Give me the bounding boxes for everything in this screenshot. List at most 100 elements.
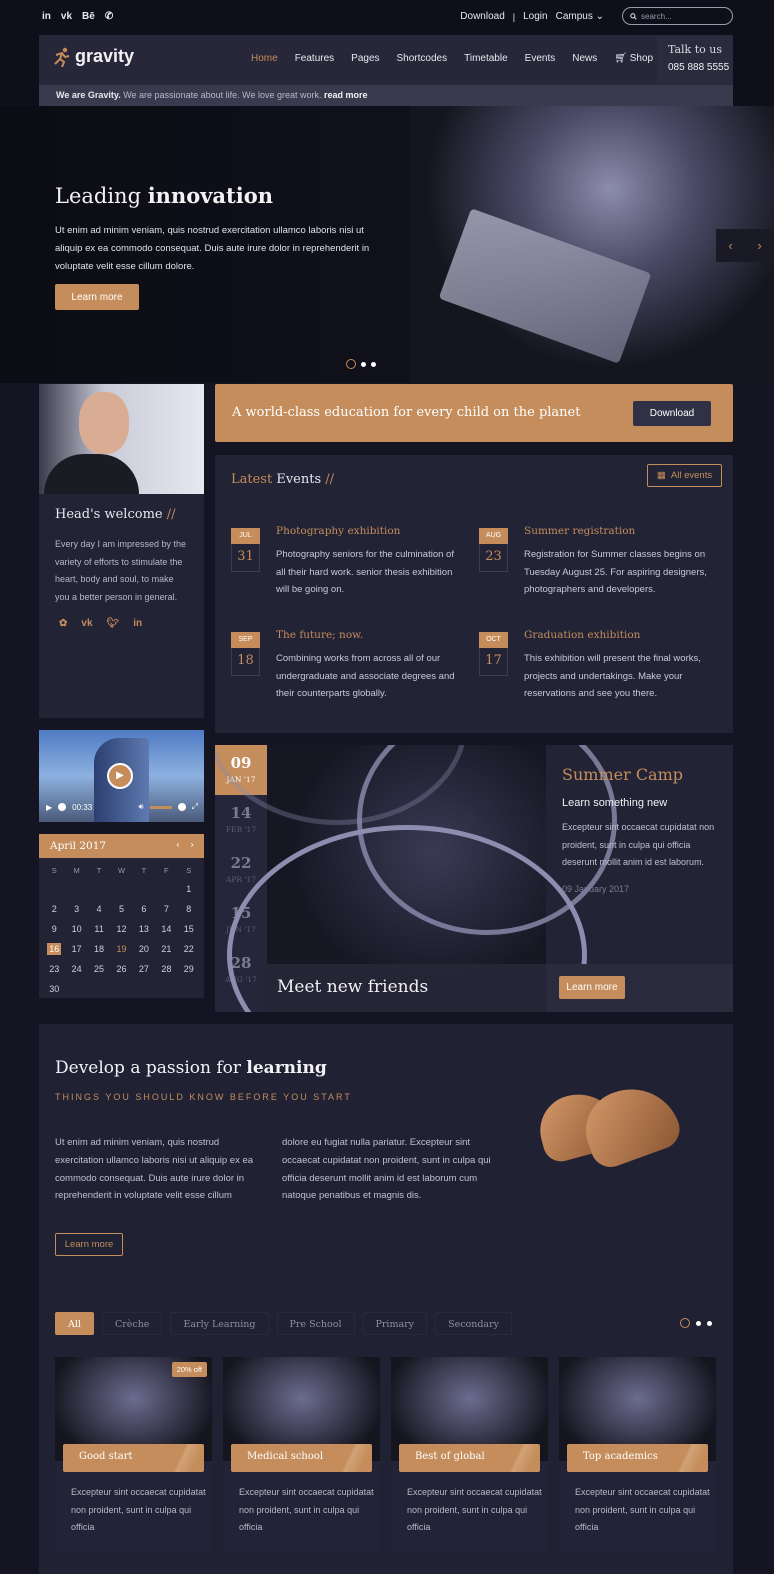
play-overlay-icon[interactable]: ▶ (107, 763, 133, 789)
logo[interactable]: gravity (53, 46, 134, 67)
event-title[interactable]: The future; now. (276, 629, 363, 641)
calendar-day[interactable]: 1 (178, 879, 200, 899)
calendar-day[interactable]: 26 (110, 959, 132, 979)
video-player[interactable]: ▶ ▶ 00:33 🔊︎ ⤢ (39, 730, 204, 822)
nav-home[interactable]: Home (251, 53, 278, 64)
login-link[interactable]: Login (523, 11, 547, 22)
nav-pages[interactable]: Pages (351, 53, 379, 64)
filter-early-learning[interactable]: Early Learning (170, 1312, 269, 1335)
filter-primary[interactable]: Primary (362, 1312, 428, 1335)
calendar-day[interactable]: 3 (65, 899, 87, 919)
program-card[interactable]: Top academics Excepteur sint occaecat cu… (559, 1357, 716, 1553)
calendar-day[interactable]: 12 (110, 919, 132, 939)
calendar-day[interactable]: 19 (110, 939, 132, 959)
campus-dropdown[interactable]: Campus ⌄ (556, 11, 604, 22)
program-card[interactable]: Best of global Excepteur sint occaecat c… (391, 1357, 548, 1553)
calendar-day[interactable]: 16 (43, 939, 65, 959)
calendar-day[interactable]: 9 (43, 919, 65, 939)
calendar-day[interactable]: 7 (155, 899, 177, 919)
carousel-dot-3[interactable] (707, 1320, 712, 1326)
nav-news[interactable]: News (572, 53, 597, 64)
calendar-day[interactable]: 14 (155, 919, 177, 939)
calendar-day[interactable]: 18 (88, 939, 110, 959)
calendar-day[interactable]: 4 (88, 899, 110, 919)
program-card[interactable]: Medical school Excepteur sint occaecat c… (223, 1357, 380, 1553)
behance-icon[interactable]: Bē (82, 11, 95, 22)
read-more-link[interactable]: read more (324, 90, 368, 100)
chevron-right-icon[interactable]: › (757, 238, 761, 253)
calendar-day[interactable]: 21 (155, 939, 177, 959)
nav-events[interactable]: Events (525, 53, 556, 64)
calendar-day[interactable]: 2 (43, 899, 65, 919)
hero-learn-more-button[interactable]: Learn more (55, 284, 139, 310)
volume-bar[interactable] (149, 805, 172, 809)
calendar-day[interactable]: 27 (133, 959, 155, 979)
calendar-day[interactable]: 23 (43, 959, 65, 979)
calendar-day[interactable]: 10 (65, 919, 87, 939)
filter-creche[interactable]: Crèche (101, 1312, 163, 1335)
calendar-day[interactable]: 24 (65, 959, 87, 979)
calendar-day[interactable]: 13 (133, 919, 155, 939)
nav-features[interactable]: Features (295, 53, 334, 64)
calendar-day[interactable]: 30 (43, 979, 65, 999)
fullscreen-icon[interactable]: ⤢ (192, 802, 198, 812)
card-label[interactable]: Medical school (231, 1444, 372, 1472)
calendar-day[interactable]: 6 (133, 899, 155, 919)
chevron-right-icon[interactable]: › (190, 840, 194, 851)
phone-number[interactable]: 085 888 5555 (668, 62, 733, 73)
calendar-day[interactable]: 8 (178, 899, 200, 919)
calendar-day[interactable]: 25 (88, 959, 110, 979)
linkedin-icon[interactable]: in (133, 618, 142, 629)
calendar-day[interactable]: 28 (155, 959, 177, 979)
calendar-day[interactable]: 11 (88, 919, 110, 939)
filter-all[interactable]: All (55, 1312, 94, 1335)
search-input[interactable] (641, 11, 721, 21)
carousel-dot-1[interactable] (680, 1318, 690, 1328)
calendar-day[interactable]: 29 (178, 959, 200, 979)
slide-dot-2[interactable] (361, 361, 366, 367)
progress-knob[interactable] (58, 803, 67, 811)
card-text: Excepteur sint occaecat cupidatat non pr… (407, 1487, 542, 1532)
nav-shortcodes[interactable]: Shortcodes (397, 53, 448, 64)
nav-shop[interactable]: 🛒︎ Shop (614, 53, 653, 64)
calendar-day[interactable]: 15 (178, 919, 200, 939)
head-welcome-card: Head's welcome // Every day I am impress… (39, 384, 204, 718)
banner-download-button[interactable]: Download (633, 401, 711, 426)
slide-dot-3[interactable] (371, 361, 376, 367)
filter-secondary[interactable]: Secondary (435, 1312, 513, 1335)
vk-icon[interactable]: vk (81, 618, 92, 629)
event-title[interactable]: Photography exhibition (276, 525, 400, 537)
linkedin-icon[interactable]: in (42, 11, 51, 22)
download-link[interactable]: Download (460, 11, 504, 22)
twitter-icon[interactable]: 🐦︎ (107, 618, 120, 629)
passion-learn-more-button[interactable]: Learn more (55, 1233, 123, 1256)
play-icon[interactable]: ▶ (46, 803, 52, 812)
calendar-day[interactable]: 5 (110, 899, 132, 919)
chevron-left-icon[interactable]: ‹ (176, 840, 180, 851)
nav-timetable[interactable]: Timetable (464, 53, 508, 64)
search-box[interactable] (622, 7, 733, 25)
filter-pre-school[interactable]: Pre School (276, 1312, 355, 1335)
dribbble-icon[interactable]: ✿ (59, 618, 67, 629)
cart-icon: 🛒︎ (614, 53, 630, 64)
whatsapp-icon[interactable]: ✆ (105, 11, 113, 22)
card-label[interactable]: Top academics (567, 1444, 708, 1472)
card-label[interactable]: Good start (63, 1444, 204, 1472)
volume-icon[interactable]: 🔊︎ (139, 802, 144, 812)
calendar-day[interactable]: 20 (133, 939, 155, 959)
calendar-day[interactable]: 17 (65, 939, 87, 959)
event-title[interactable]: Graduation exhibition (524, 629, 640, 641)
chevron-left-icon[interactable]: ‹ (728, 238, 732, 253)
all-events-button[interactable]: ▦ All events (647, 464, 722, 487)
volume-knob[interactable] (177, 803, 186, 811)
carousel-dot-2[interactable] (696, 1320, 701, 1326)
vk-icon[interactable]: vk (61, 11, 72, 22)
calendar-header: April 2017 ‹ › (39, 834, 204, 858)
card-label[interactable]: Best of global (399, 1444, 540, 1472)
calendar-day[interactable]: 22 (178, 939, 200, 959)
hero-title: Leading innovation (55, 183, 273, 208)
event-title[interactable]: Summer registration (524, 525, 635, 537)
program-card[interactable]: 20% off Good start Excepteur sint occaec… (55, 1357, 212, 1553)
camp-learn-more-button[interactable]: Learn more (559, 976, 625, 999)
slide-dot-1[interactable] (346, 359, 356, 369)
